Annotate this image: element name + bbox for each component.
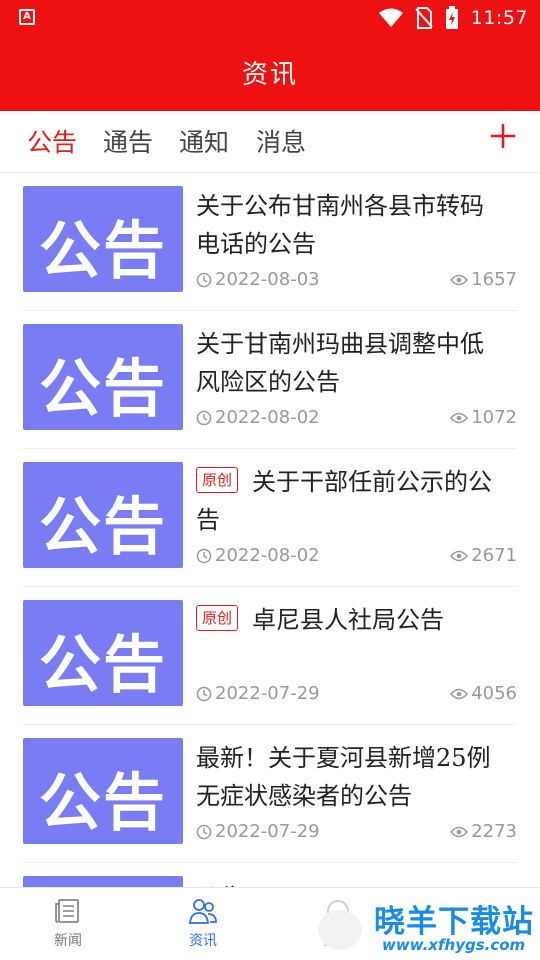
article-views: 2671 [450,545,517,566]
clock-icon [196,272,212,287]
battery-icon [445,6,458,29]
article-meta: 2022-08-02 1072 [196,407,517,429]
page-title: 资讯 [241,60,298,90]
article-thumbnail: 公告 [23,324,183,430]
article-views: 1072 [450,407,517,428]
views-count: 1657 [471,269,517,290]
article-title[interactable]: 最新！关于夏河县新增25例无症状感染者的公告 [196,739,496,815]
nav-label: 新闻 [54,933,82,949]
date-text: 2022-08-02 [215,407,320,428]
date-text: 2022-07-29 [215,821,320,842]
article-meta: 2022-08-02 2671 [196,545,517,567]
thumbnail-label: 公告 [38,352,167,425]
date-text: 2022-08-03 [215,269,320,290]
watermark-url: www.xfhygs.com [382,936,526,954]
views-count: 2273 [471,821,517,842]
views-count: 2671 [471,545,517,566]
eye-icon [450,688,469,699]
category-tabs: 公告 通告 通知 消息 [0,111,540,173]
article-title[interactable]: 公告 [196,879,496,887]
article-title-text: 最新！关于夏河县新增25例无症状感染者的公告 [196,744,491,810]
thumbnail-label: 公告 [38,490,167,563]
article-title-text: 关于公布甘南州各县市转码电话的公告 [196,192,484,258]
nav-item-news[interactable]: 新闻 [28,896,108,950]
thumbnail-label: 公告 [38,628,167,701]
tab-announcement[interactable]: 公告 [27,123,77,159]
article-list: 公告 关于公布甘南州各县市转码电话的公告 2022-08-03 1657 公告 … [0,173,540,887]
tab-notice[interactable]: 通告 [103,123,153,159]
list-item[interactable]: 公告 原创 关于干部任前公示的公告 2022-08-02 2671 [23,449,517,587]
article-thumbnail: 公告 [23,462,183,568]
article-date: 2022-08-03 [196,269,320,290]
sheep-logo-icon [318,910,362,950]
date-text: 2022-07-29 [215,683,320,704]
thumbnail-label: 公告 [38,214,167,287]
thumbnail-label: 公告 [38,766,167,839]
no-sim-icon [414,7,433,29]
article-thumbnail: 公告 [23,600,183,706]
article-title-text: 关于甘南州玛曲县调整中低风险区的公告 [196,330,484,396]
article-date: 2022-08-02 [196,545,320,566]
date-text: 2022-08-02 [215,545,320,566]
article-meta: 2022-07-29 2273 [196,821,517,843]
app-header: A 11:57 资讯 [0,0,540,111]
original-badge: 原创 [196,467,239,493]
views-count: 4056 [471,683,517,704]
article-title[interactable]: 关于甘南州玛曲县调整中低风险区的公告 [196,325,496,401]
people-icon [189,899,217,924]
list-item[interactable]: 公告 原创 卓尼县人社局公告 2022-07-29 4056 [23,587,517,725]
status-indicators: 11:57 [378,6,528,30]
watermark-text: 晓羊下载站 [374,904,534,940]
article-views: 1657 [450,269,517,290]
clock-icon [196,410,212,425]
nav-item-info[interactable]: 资讯 [163,896,243,950]
clock-icon [196,686,212,701]
list-item[interactable]: 公告 最新！关于夏河县新增25例无症状感染者的公告 2022-07-29 227… [23,725,517,863]
tab-notification[interactable]: 通知 [179,123,229,159]
original-badge: 原创 [196,605,239,631]
watermark: 晓羊下载站 www.xfhygs.com [312,892,540,960]
eye-icon [450,412,469,423]
app-notification-icon: A [19,9,35,25]
status-bar: A 11:57 [0,0,540,38]
newspaper-icon [55,899,79,923]
article-title-text: 关于干部任前公示的公告 [196,468,493,534]
article-title[interactable]: 原创 卓尼县人社局公告 [196,601,496,639]
article-thumbnail: 公告 [23,186,183,292]
article-thumbnail: 公告 [23,738,183,844]
article-thumbnail: 公告 [23,876,183,887]
article-title[interactable]: 关于公布甘南州各县市转码电话的公告 [196,187,496,263]
clock-icon [196,548,212,563]
eye-icon [450,274,469,285]
article-date: 2022-08-02 [196,407,320,428]
plus-icon[interactable] [488,121,518,151]
article-title[interactable]: 原创 关于干部任前公示的公告 [196,463,496,539]
nav-label: 资讯 [189,933,217,949]
views-count: 1072 [471,407,517,428]
article-date: 2022-07-29 [196,683,320,704]
tab-news-message[interactable]: 消息 [256,123,306,159]
status-time: 11:57 [470,7,528,29]
list-item[interactable]: 公告 公告 [23,863,517,887]
article-views: 4056 [450,683,517,704]
eye-icon [450,826,469,837]
article-meta: 2022-07-29 4056 [196,683,517,705]
clock-icon [196,824,212,839]
list-item[interactable]: 公告 关于公布甘南州各县市转码电话的公告 2022-08-03 1657 [23,173,517,311]
article-title-text: 卓尼县人社局公告 [252,606,445,634]
wifi-icon [378,8,403,27]
article-views: 2273 [450,821,517,842]
list-item[interactable]: 公告 关于甘南州玛曲县调整中低风险区的公告 2022-08-02 1072 [23,311,517,449]
article-meta: 2022-08-03 1657 [196,269,517,291]
article-date: 2022-07-29 [196,821,320,842]
eye-icon [450,550,469,561]
